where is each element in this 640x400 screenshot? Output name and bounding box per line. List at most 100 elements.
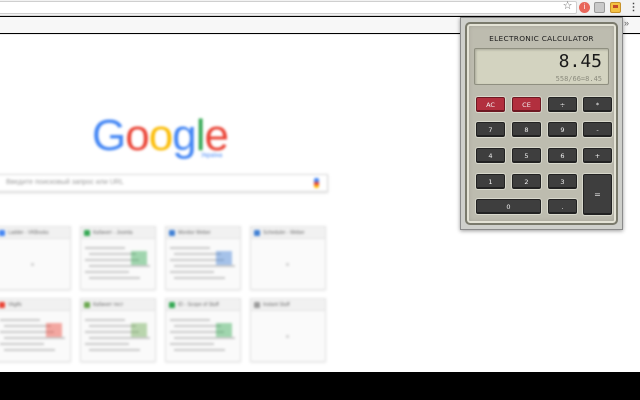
tile-title: ID - Scope of Stuff — [178, 302, 219, 308]
six-button[interactable]: 6 — [548, 148, 577, 163]
thumbnail-line — [89, 349, 140, 351]
calculator-popup: ELECTRONIC CALCULATOR 8.45 558/66=8.45 A… — [460, 17, 623, 230]
calculator-display: 8.45 558/66=8.45 — [474, 48, 609, 85]
thumbnail-block — [216, 323, 232, 337]
tile-thumbnail — [85, 315, 151, 357]
logo-letter: g — [172, 111, 197, 160]
tile-thumbnail — [85, 243, 151, 285]
thumbnail-line — [85, 271, 129, 273]
thumbnail-line — [170, 319, 210, 321]
tile-thumbnail — [255, 315, 321, 357]
favicon-icon — [0, 302, 5, 308]
tile-title: Vkgifs — [8, 302, 22, 308]
thumbnail-line — [0, 319, 40, 321]
tile-header: Кабинет тест — [81, 299, 155, 311]
thumbnail-line — [174, 265, 235, 267]
eight-button[interactable]: 8 — [512, 122, 541, 137]
tile-header: Instant Stuff — [251, 299, 325, 311]
address-bar[interactable] — [0, 1, 577, 14]
favicon-icon — [254, 230, 260, 236]
search-placeholder: Введите поисковый запрос или URL — [6, 179, 124, 186]
tile-title: Scheduler - Weber — [263, 230, 305, 236]
calculator-extension-icon[interactable] — [610, 2, 621, 13]
menu-icon[interactable]: ⋮ — [628, 2, 639, 13]
tile-title: Ladder - VKBooks — [8, 230, 49, 236]
thumbnail-mark — [31, 263, 34, 266]
country-label: Україна — [201, 153, 223, 159]
thumbnail-line — [85, 247, 125, 249]
thumbnail-block — [46, 323, 62, 337]
tile-header: Vkgifs — [0, 299, 70, 311]
thumbnail-line — [174, 337, 235, 339]
thumbnail-line — [174, 253, 221, 255]
multiply-button[interactable]: * — [583, 97, 612, 112]
thumbnail-mark — [286, 263, 289, 266]
thumbnail-block — [131, 251, 147, 265]
five-button[interactable]: 5 — [512, 148, 541, 163]
search-input[interactable]: Введите поисковый запрос или URL — [0, 174, 328, 192]
tile-header: Scheduler - Weber — [251, 227, 325, 239]
three-button[interactable]: 3 — [548, 174, 577, 189]
most-visited-tile[interactable]: Instant Stuff — [250, 298, 326, 362]
tile-title: Кабинет тест — [93, 302, 124, 308]
thumbnail-block — [216, 251, 232, 265]
display-expression: 558/66=8.45 — [555, 75, 602, 83]
most-visited-tile[interactable]: Vkgifs — [0, 298, 71, 362]
tile-thumbnail — [255, 243, 321, 285]
ac-button[interactable]: AC — [476, 97, 505, 112]
favicon-icon — [169, 302, 175, 308]
tile-thumbnail — [170, 315, 236, 357]
four-button[interactable]: 4 — [476, 148, 505, 163]
thumbnail-line — [174, 325, 221, 327]
thumbnail-line — [170, 271, 214, 273]
nine-button[interactable]: 9 — [548, 122, 577, 137]
thumbnail-line — [174, 349, 225, 351]
decimal-button[interactable]: . — [548, 199, 577, 214]
tile-header: Ladder - VKBooks — [0, 227, 70, 239]
thumbnail-mark — [286, 335, 289, 338]
thumbnail-line — [85, 343, 129, 345]
thumbnail-line — [170, 343, 214, 345]
thumbnail-line — [0, 343, 44, 345]
divide-button[interactable]: ÷ — [548, 97, 577, 112]
equals-button[interactable]: = — [583, 174, 612, 215]
tile-title: Instant Stuff — [263, 302, 290, 308]
two-button[interactable]: 2 — [512, 174, 541, 189]
thumbnail-line — [4, 325, 51, 327]
tile-header: ID - Scope of Stuff — [166, 299, 240, 311]
microphone-icon[interactable] — [314, 178, 319, 188]
tile-thumbnail — [170, 243, 236, 285]
ext-grey-icon[interactable] — [594, 2, 605, 13]
tile-title: Кабинет - Joomla — [93, 230, 133, 236]
logo-letter: G — [92, 111, 126, 160]
chevron-icon[interactable]: » — [624, 18, 629, 28]
favicon-icon — [254, 302, 260, 308]
favicon-icon — [169, 230, 175, 236]
seven-button[interactable]: 7 — [476, 122, 505, 137]
tile-thumbnail — [0, 315, 66, 357]
most-visited-tile[interactable]: Monitor Weber — [165, 226, 241, 290]
ext-red-icon[interactable]: i — [579, 2, 590, 13]
star-icon[interactable]: ☆ — [562, 1, 573, 12]
display-value: 8.45 — [558, 51, 602, 72]
logo-letter: o — [125, 111, 150, 160]
one-button[interactable]: 1 — [476, 174, 505, 189]
plus-button[interactable]: + — [583, 148, 612, 163]
most-visited-tile[interactable]: Scheduler - Weber — [250, 226, 326, 290]
thumbnail-line — [170, 247, 210, 249]
most-visited-tile[interactable]: Кабинет - Joomla — [80, 226, 156, 290]
thumbnail-line — [89, 337, 150, 339]
most-visited-tile[interactable]: Кабинет тест — [80, 298, 156, 362]
thumbnail-line — [4, 337, 65, 339]
tile-header: Кабинет - Joomla — [81, 227, 155, 239]
zero-button[interactable]: 0 — [476, 199, 541, 214]
most-visited-tile[interactable]: ID - Scope of Stuff — [165, 298, 241, 362]
ce-button[interactable]: CE — [512, 97, 541, 112]
thumbnail-line — [4, 349, 55, 351]
calculator-title: ELECTRONIC CALCULATOR — [489, 34, 594, 43]
thumbnail-block — [131, 323, 147, 337]
favicon-icon — [84, 230, 90, 236]
minus-button[interactable]: - — [583, 122, 612, 137]
thumbnail-line — [89, 265, 150, 267]
most-visited-tile[interactable]: Ladder - VKBooks — [0, 226, 71, 290]
